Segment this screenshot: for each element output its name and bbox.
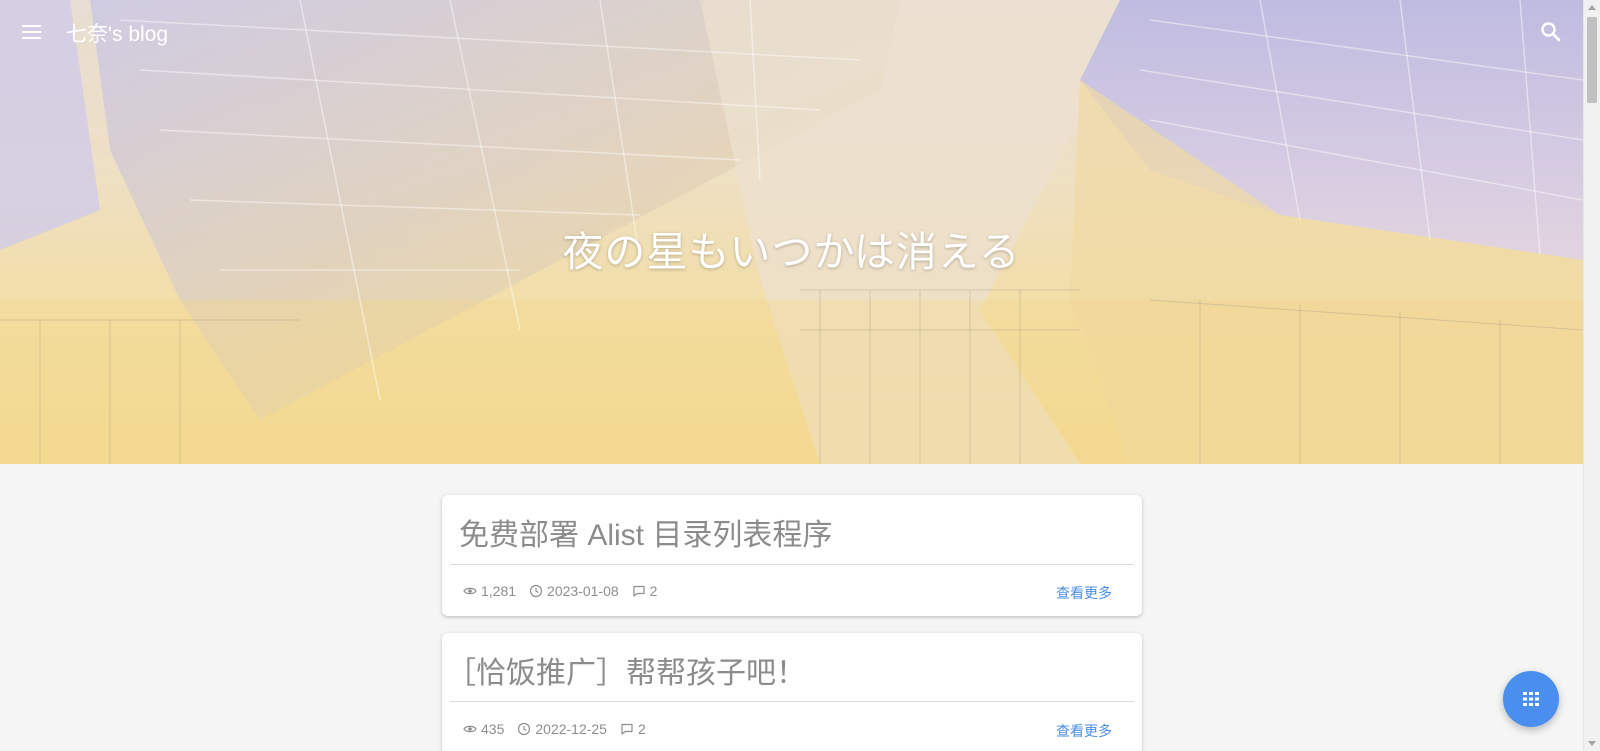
comment-icon xyxy=(633,585,645,597)
search-icon[interactable] xyxy=(1539,20,1563,44)
read-more-link[interactable]: 查看更多 xyxy=(1056,721,1112,741)
site-title[interactable]: 七奈's blog xyxy=(66,18,168,48)
comments-count: 2 xyxy=(649,583,658,599)
hero-banner: 夜の星もいつかは消える xyxy=(0,0,1583,464)
vertical-scrollbar[interactable] xyxy=(1583,0,1600,751)
eye-icon xyxy=(463,725,477,733)
post-meta: 1,281 2023-01-08 2 xyxy=(463,583,670,599)
blog-page: 夜の星もいつかは消える 七奈's blog 免费部署 Alist 目录列表程序 … xyxy=(0,0,1600,751)
scroll-down-arrow-icon[interactable] xyxy=(1588,741,1596,746)
clock-icon xyxy=(518,722,531,736)
post-views: 435 xyxy=(463,721,504,737)
read-more-link[interactable]: 查看更多 xyxy=(1056,583,1112,603)
hero-title: 夜の星もいつかは消える xyxy=(562,229,1021,275)
clock-icon xyxy=(529,584,543,598)
date-text: 2023-01-08 xyxy=(547,583,619,599)
apps-fab-button[interactable] xyxy=(1503,671,1559,727)
post-date: 2023-01-08 xyxy=(529,583,619,599)
post-date: 2022-12-25 xyxy=(517,721,607,737)
post-meta: 435 2022-12-25 2 xyxy=(463,721,659,737)
comment-icon xyxy=(621,723,633,735)
post-title[interactable]: ［恰饭推广］帮帮孩子吧！ xyxy=(446,648,806,692)
card-divider xyxy=(450,564,1134,565)
scrollbar-thumb[interactable] xyxy=(1587,17,1597,103)
post-card[interactable]: 免费部署 Alist 目录列表程序 1,281 2023-01-08 2 查看更… xyxy=(442,495,1142,616)
post-views: 1,281 xyxy=(463,583,516,599)
date-text: 2022-12-25 xyxy=(535,721,607,737)
post-card[interactable]: ［恰饭推广］帮帮孩子吧！ 435 2022-12-25 2 查看更多 xyxy=(442,633,1142,751)
post-comments: 2 xyxy=(620,721,646,737)
card-divider xyxy=(450,701,1134,702)
post-comments: 2 xyxy=(632,583,658,599)
scroll-up-arrow-icon[interactable] xyxy=(1588,5,1596,10)
hamburger-menu-icon[interactable] xyxy=(20,20,44,44)
apps-grid-icon xyxy=(1523,692,1539,706)
views-count: 1,281 xyxy=(481,583,517,599)
eye-icon xyxy=(463,587,477,595)
post-title[interactable]: 免费部署 Alist 目录列表程序 xyxy=(459,510,832,554)
comments-count: 2 xyxy=(637,721,646,737)
views-count: 435 xyxy=(481,721,505,737)
